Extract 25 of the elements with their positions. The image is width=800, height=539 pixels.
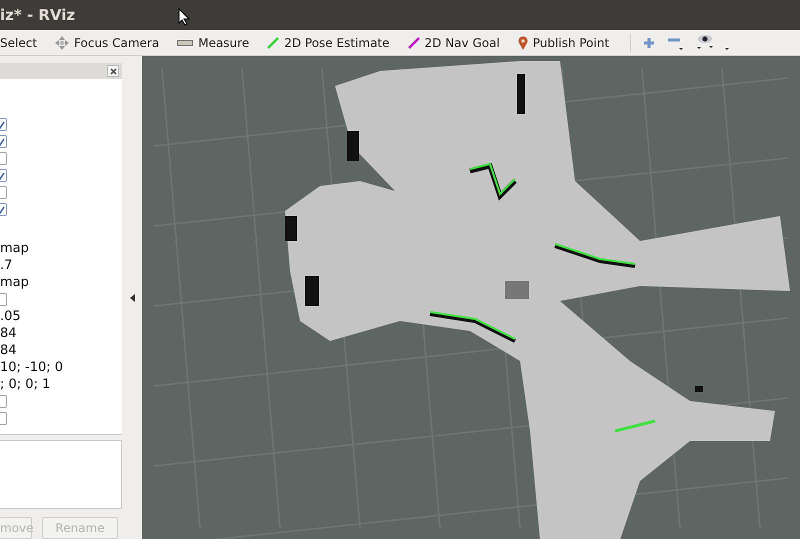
map-pin-icon [518, 36, 528, 50]
property-value: map [0, 241, 29, 256]
eye-icon [697, 34, 732, 52]
property-value: 84 [0, 326, 17, 341]
plus-icon [643, 36, 656, 48]
toolbar-button[interactable]: 2D Nav Goal [398, 32, 509, 54]
property-value: map [0, 275, 29, 290]
property-value: 84 [0, 343, 17, 358]
crosshair-icon [55, 36, 70, 50]
collapse-arrow-icon [130, 294, 134, 302]
toolbar-button[interactable]: Select [0, 32, 46, 54]
property-value: 10; -10; 0 [0, 360, 64, 375]
property-value: .05 [0, 309, 21, 324]
close-icon [110, 68, 116, 74]
toolbar-button[interactable]: Measure [168, 32, 258, 54]
toolbar-button[interactable]: Focus Camera [46, 32, 168, 54]
splitter-handle[interactable] [122, 56, 142, 539]
mouse-cursor-icon [178, 8, 190, 26]
property-value: ; 0; 0; 1 [0, 377, 50, 392]
property-value: .7 [0, 258, 12, 273]
window-title: iz* - RViz [0, 6, 76, 24]
toolbar-button[interactable]: Publish Point [508, 32, 618, 54]
close-button[interactable] [107, 65, 119, 77]
ruler-icon [177, 38, 194, 46]
toolbar-button[interactable]: 2D Pose Estimate [258, 32, 399, 54]
